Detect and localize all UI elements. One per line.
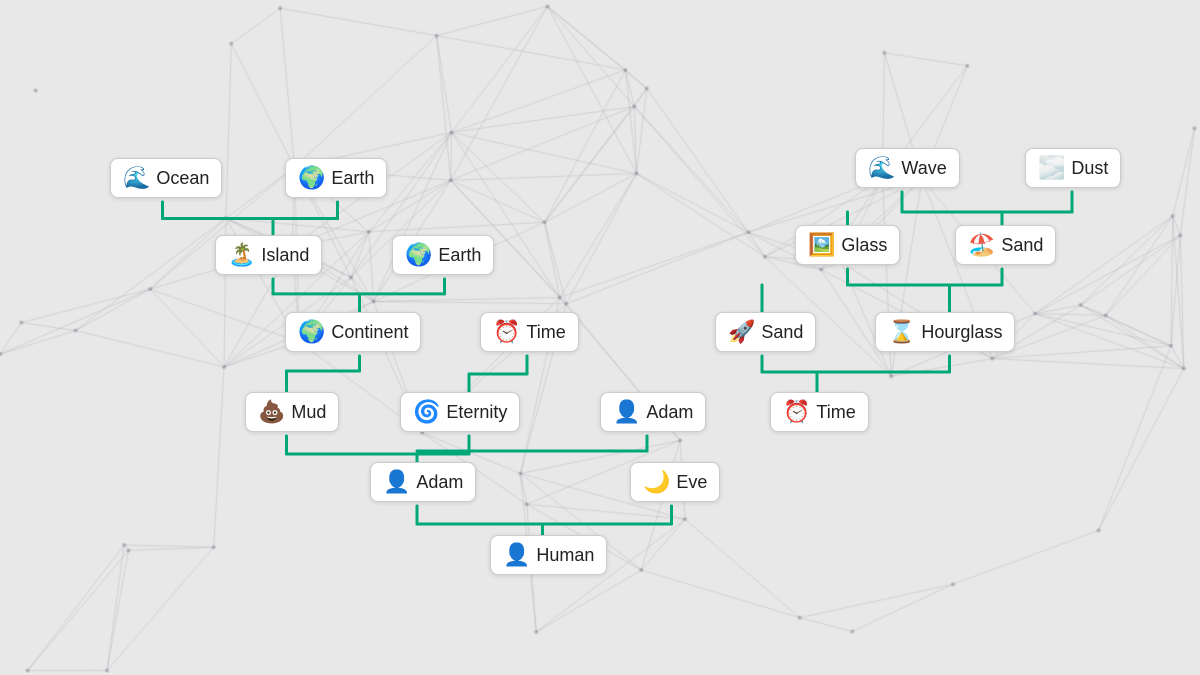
eternity-label: Eternity — [446, 402, 507, 423]
time2-icon: ⏰ — [783, 399, 810, 425]
wave-icon: 🌊 — [868, 155, 895, 181]
adam1-label: Adam — [646, 402, 693, 423]
continent-label: Continent — [331, 322, 408, 343]
node-eternity[interactable]: 🌀 Eternity — [400, 392, 520, 432]
time1-icon: ⏰ — [493, 319, 520, 345]
node-time2[interactable]: ⏰ Time — [770, 392, 869, 432]
node-human[interactable]: 👤 Human — [490, 535, 607, 575]
time2-label: Time — [816, 402, 855, 423]
ocean-label: Ocean — [156, 168, 209, 189]
human-label: Human — [536, 545, 594, 566]
dust-icon: 🌫️ — [1038, 155, 1065, 181]
earth1-icon: 🌍 — [298, 165, 325, 191]
ocean-icon: 🌊 — [123, 165, 150, 191]
sand1-label: Sand — [1001, 235, 1043, 256]
mud-label: Mud — [291, 402, 326, 423]
earth2-label: Earth — [438, 245, 481, 266]
node-mud[interactable]: 💩 Mud — [245, 392, 339, 432]
adam1-icon: 👤 — [613, 399, 640, 425]
glass-icon: 🖼️ — [808, 232, 835, 258]
adam2-icon: 👤 — [383, 469, 410, 495]
node-adam1[interactable]: 👤 Adam — [600, 392, 706, 432]
node-earth2[interactable]: 🌍 Earth — [392, 235, 494, 275]
node-ocean[interactable]: 🌊 Ocean — [110, 158, 222, 198]
sand1-icon: 🏖️ — [968, 232, 995, 258]
continent-icon: 🌍 — [298, 319, 325, 345]
node-hourglass[interactable]: ⌛ Hourglass — [875, 312, 1015, 352]
sand2-label: Sand — [761, 322, 803, 343]
earth1-label: Earth — [331, 168, 374, 189]
hourglass-label: Hourglass — [921, 322, 1002, 343]
node-continent[interactable]: 🌍 Continent — [285, 312, 421, 352]
adam2-label: Adam — [416, 472, 463, 493]
mud-icon: 💩 — [258, 399, 285, 425]
eternity-icon: 🌀 — [413, 399, 440, 425]
island-icon: 🏝️ — [228, 242, 255, 268]
node-sand2[interactable]: 🚀 Sand — [715, 312, 816, 352]
node-sand1[interactable]: 🏖️ Sand — [955, 225, 1056, 265]
node-eve[interactable]: 🌙 Eve — [630, 462, 720, 502]
island-label: Island — [261, 245, 309, 266]
time1-label: Time — [526, 322, 565, 343]
node-adam2[interactable]: 👤 Adam — [370, 462, 476, 502]
dust-label: Dust — [1071, 158, 1108, 179]
node-island[interactable]: 🏝️ Island — [215, 235, 322, 275]
earth2-icon: 🌍 — [405, 242, 432, 268]
eve-label: Eve — [676, 472, 707, 493]
glass-label: Glass — [841, 235, 887, 256]
hourglass-icon: ⌛ — [888, 319, 915, 345]
sand2-icon: 🚀 — [728, 319, 755, 345]
wave-label: Wave — [901, 158, 946, 179]
node-dust[interactable]: 🌫️ Dust — [1025, 148, 1121, 188]
node-time1[interactable]: ⏰ Time — [480, 312, 579, 352]
human-icon: 👤 — [503, 542, 530, 568]
node-earth1[interactable]: 🌍 Earth — [285, 158, 387, 198]
node-wave[interactable]: 🌊 Wave — [855, 148, 960, 188]
eve-icon: 🌙 — [643, 469, 670, 495]
node-glass[interactable]: 🖼️ Glass — [795, 225, 900, 265]
